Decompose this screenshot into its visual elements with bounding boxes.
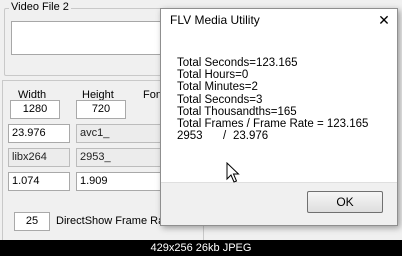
dialog-footer: OK [161, 182, 397, 225]
height-field[interactable]: 720 [76, 100, 126, 119]
frames-per-rate-line: Total Frames / Frame Rate = 123.165 [177, 118, 369, 131]
frame-rate-value: 23.976 [233, 130, 269, 143]
ok-button[interactable]: OK [307, 191, 383, 213]
frames-field: 2953_ [76, 148, 166, 167]
width-field[interactable]: 1280 [10, 100, 60, 119]
screen: Video File 2 Width Height Fon 1280 720 2… [0, 0, 402, 240]
total-thousandths-line: Total Thousandths=165 [177, 105, 297, 118]
video-file-2-label: Video File 2 [9, 1, 71, 13]
value-b-field[interactable]: 1.909 [76, 172, 166, 191]
dialog-title: FLV Media Utility [170, 13, 260, 27]
mouse-pointer-icon [226, 162, 240, 183]
total-hours-line: Total Hours=0 [177, 69, 249, 82]
directshow-label: DirectShow Frame Rate [56, 215, 174, 227]
aspect-ratio-field[interactable]: 1.074 [8, 172, 70, 191]
frames-calculation-line: 2953 / 23.976 [177, 130, 391, 142]
frames-separator: / [223, 130, 227, 143]
directshow-rate-field[interactable]: 25 [14, 212, 50, 231]
total-minutes-line: Total Minutes=2 [177, 81, 258, 94]
dialog-message: Total Seconds=123.165 Total Hours=0 Tota… [177, 57, 391, 142]
image-caption: 429x256 26kb JPEG [150, 242, 252, 254]
dialog-titlebar[interactable]: FLV Media Utility ✕ [161, 9, 397, 33]
close-icon[interactable]: ✕ [377, 13, 391, 27]
frame-rate-field[interactable]: 23.976 [8, 124, 70, 143]
flv-media-utility-dialog: FLV Media Utility ✕ Total Seconds=123.16… [160, 8, 398, 226]
total-seconds-line: Total Seconds=123.165 [177, 57, 298, 69]
frames-value: 2953 [177, 130, 203, 143]
codec-field: avc1_ [76, 124, 166, 143]
remaining-seconds-line: Total Seconds=3 [177, 93, 263, 106]
encoder-field: libx264 [8, 148, 70, 167]
